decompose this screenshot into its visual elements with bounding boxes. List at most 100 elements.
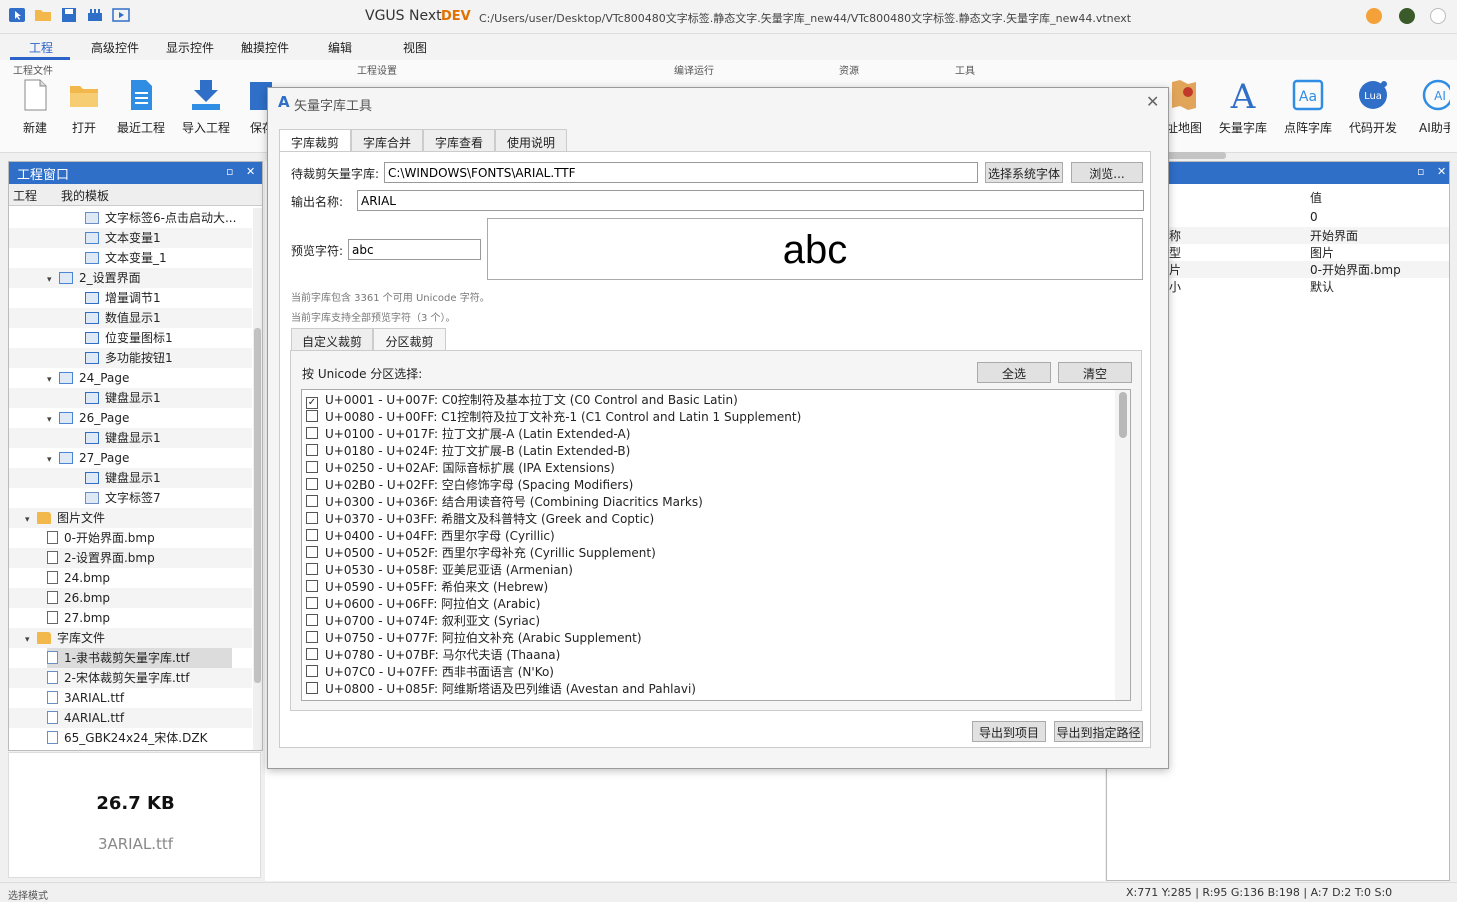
- tree-node[interactable]: 26.bmp: [47, 588, 110, 608]
- range-checkbox[interactable]: [306, 580, 318, 592]
- tree-node[interactable]: 文本变量_1: [85, 248, 167, 268]
- unicode-range-item[interactable]: U+0530 - U+058F: 亚美尼亚语 (Armenian): [306, 562, 573, 579]
- subtab-custom-crop[interactable]: 自定义裁剪: [291, 328, 373, 350]
- chevron-down-icon[interactable]: ▾: [25, 630, 37, 650]
- unicode-range-item[interactable]: U+0250 - U+02AF: 国际音标扩展 (IPA Extensions): [306, 460, 615, 477]
- tab-my-templates[interactable]: 我的模板: [61, 187, 109, 204]
- tree-node[interactable]: ▾ 图片文件: [25, 508, 105, 528]
- range-checkbox[interactable]: [306, 529, 318, 541]
- tree-node[interactable]: ▾ 24_Page: [47, 368, 129, 388]
- import-project-button[interactable]: 导入工程: [178, 78, 234, 138]
- build-icon[interactable]: [86, 7, 104, 23]
- tree-node[interactable]: 0-开始界面.bmp: [47, 528, 155, 548]
- range-checkbox[interactable]: [306, 665, 318, 677]
- range-checkbox[interactable]: [306, 563, 318, 575]
- tree-node[interactable]: 1-隶书裁剪矢量字库.ttf: [47, 648, 232, 668]
- chevron-down-icon[interactable]: ▾: [47, 450, 59, 470]
- export-to-project-button[interactable]: 导出到项目: [972, 721, 1046, 742]
- new-project-button[interactable]: 新建: [7, 78, 63, 138]
- unicode-range-item[interactable]: U+0300 - U+036F: 结合用读音符号 (Combining Diac…: [306, 494, 703, 511]
- tab-usage-guide[interactable]: 使用说明: [495, 129, 567, 152]
- unicode-range-item[interactable]: U+0600 - U+06FF: 阿拉伯文 (Arabic): [306, 596, 540, 613]
- tab-project[interactable]: 工程: [13, 187, 37, 204]
- project-tree-scrollbar[interactable]: [253, 208, 262, 750]
- range-list-scrollbar[interactable]: [1115, 390, 1130, 700]
- tree-node[interactable]: 65_GBK24x24_宋体.DZK: [47, 728, 207, 748]
- tree-node[interactable]: 键盘显示1: [85, 468, 161, 488]
- export-to-path-button[interactable]: 导出到指定路径: [1054, 721, 1143, 742]
- ai-assistant-button[interactable]: AI AI助手: [1410, 78, 1450, 138]
- save-icon[interactable]: [60, 7, 78, 23]
- tree-node[interactable]: 文字标签7: [85, 488, 161, 508]
- run-preview-icon[interactable]: [112, 7, 130, 23]
- browse-button[interactable]: 浏览...: [1071, 162, 1143, 183]
- tree-node[interactable]: 位变量图标1: [85, 328, 173, 348]
- scrollbar-thumb[interactable]: [254, 328, 261, 683]
- range-checkbox[interactable]: [306, 495, 318, 507]
- unicode-range-item[interactable]: U+0800 - U+085F: 阿维斯塔语及巴列维语 (Avestan and…: [306, 681, 696, 698]
- subtab-range-crop[interactable]: 分区裁剪: [373, 328, 446, 350]
- open-project-button[interactable]: 打开: [56, 78, 112, 138]
- range-checkbox[interactable]: [306, 478, 318, 490]
- tree-node[interactable]: 文本变量1: [85, 228, 161, 248]
- unicode-range-item[interactable]: U+0590 - U+05FF: 希伯来文 (Hebrew): [306, 579, 548, 596]
- chevron-down-icon[interactable]: ▾: [47, 370, 59, 390]
- range-checkbox[interactable]: [306, 427, 318, 439]
- code-dev-button[interactable]: Lua 代码开发: [1345, 78, 1401, 138]
- tree-node[interactable]: 增量调节1: [85, 288, 161, 308]
- preview-chars-input[interactable]: [348, 239, 481, 260]
- tree-node[interactable]: ▾ 27_Page: [47, 448, 129, 468]
- unicode-range-item[interactable]: U+0500 - U+052F: 西里尔字母补充 (Cyrillic Suppl…: [306, 545, 656, 562]
- tree-node[interactable]: 多功能按钮1: [85, 348, 173, 368]
- close-button[interactable]: [1430, 8, 1446, 24]
- close-panel-icon[interactable]: ✕: [1437, 165, 1446, 178]
- vector-font-button[interactable]: A 矢量字库: [1215, 77, 1271, 138]
- range-checkbox[interactable]: [306, 597, 318, 609]
- range-checkbox[interactable]: [306, 631, 318, 643]
- range-checkbox[interactable]: [306, 682, 318, 694]
- output-name-input[interactable]: [357, 190, 1144, 211]
- range-checkbox[interactable]: [306, 444, 318, 456]
- ribbon-tab-display-controls[interactable]: 显示控件: [166, 39, 214, 56]
- source-font-input[interactable]: [384, 162, 978, 183]
- scrollbar-thumb[interactable]: [1119, 392, 1127, 438]
- tab-font-merge[interactable]: 字库合并: [351, 129, 423, 152]
- range-checkbox[interactable]: ✓: [306, 397, 318, 409]
- unicode-range-item[interactable]: U+0100 - U+017F: 拉丁文扩展-A (Latin Extended…: [306, 426, 630, 443]
- unicode-range-item[interactable]: U+0700 - U+074F: 叙利亚文 (Syriac): [306, 613, 540, 630]
- unicode-range-item[interactable]: U+0400 - U+04FF: 西里尔字母 (Cyrillic): [306, 528, 555, 545]
- ribbon-tab-advanced-controls[interactable]: 高级控件: [91, 39, 139, 56]
- tree-node[interactable]: ▾ 26_Page: [47, 408, 129, 428]
- dialog-close-icon[interactable]: ✕: [1146, 92, 1159, 111]
- tree-node[interactable]: ▾ 字库文件: [25, 628, 105, 648]
- tree-node[interactable]: 数值显示1: [85, 308, 161, 328]
- tree-node[interactable]: 4ARIAL.ttf: [47, 708, 124, 728]
- close-panel-icon[interactable]: ✕: [246, 165, 255, 178]
- recent-projects-button[interactable]: 最近工程: [113, 78, 169, 138]
- ribbon-tab-view[interactable]: 视图: [403, 39, 427, 56]
- range-checkbox[interactable]: [306, 461, 318, 473]
- maximize-button[interactable]: [1399, 8, 1415, 24]
- minimize-button[interactable]: [1366, 8, 1382, 24]
- range-checkbox[interactable]: [306, 614, 318, 626]
- ribbon-tab-project[interactable]: 工程: [29, 39, 53, 56]
- clear-button[interactable]: 清空: [1058, 362, 1132, 383]
- select-system-font-button[interactable]: 选择系统字体: [985, 162, 1063, 183]
- tree-node[interactable]: 24.bmp: [47, 568, 110, 588]
- unicode-range-item[interactable]: U+07C0 - U+07FF: 西非书面语言 (N'Ko): [306, 664, 554, 681]
- unicode-range-item[interactable]: U+0080 - U+00FF: C1控制符及拉丁文补充-1 (C1 Contr…: [306, 409, 801, 426]
- float-panel-icon[interactable]: ▫: [226, 165, 233, 178]
- unicode-range-item[interactable]: U+0370 - U+03FF: 希腊文及科普特文 (Greek and Cop…: [306, 511, 654, 528]
- range-checkbox[interactable]: [306, 512, 318, 524]
- ribbon-tab-touch-controls[interactable]: 触摸控件: [241, 39, 289, 56]
- float-panel-icon[interactable]: ▫: [1417, 165, 1424, 178]
- range-checkbox[interactable]: [306, 410, 318, 422]
- chevron-down-icon[interactable]: ▾: [25, 510, 37, 530]
- unicode-range-item[interactable]: U+0750 - U+077F: 阿拉伯文补充 (Arabic Suppleme…: [306, 630, 642, 647]
- pointer-app-icon[interactable]: [8, 7, 26, 23]
- tree-node[interactable]: 文字标签6-点击启动大...: [85, 208, 236, 228]
- unicode-range-item[interactable]: U+02B0 - U+02FF: 空白修饰字母 (Spacing Modifie…: [306, 477, 633, 494]
- tree-node[interactable]: ▾ 2_设置界面: [47, 268, 141, 288]
- unicode-range-item[interactable]: ✓ U+0001 - U+007F: C0控制符及基本拉丁文 (C0 Contro…: [306, 392, 738, 409]
- tab-font-crop[interactable]: 字库裁剪: [279, 129, 351, 153]
